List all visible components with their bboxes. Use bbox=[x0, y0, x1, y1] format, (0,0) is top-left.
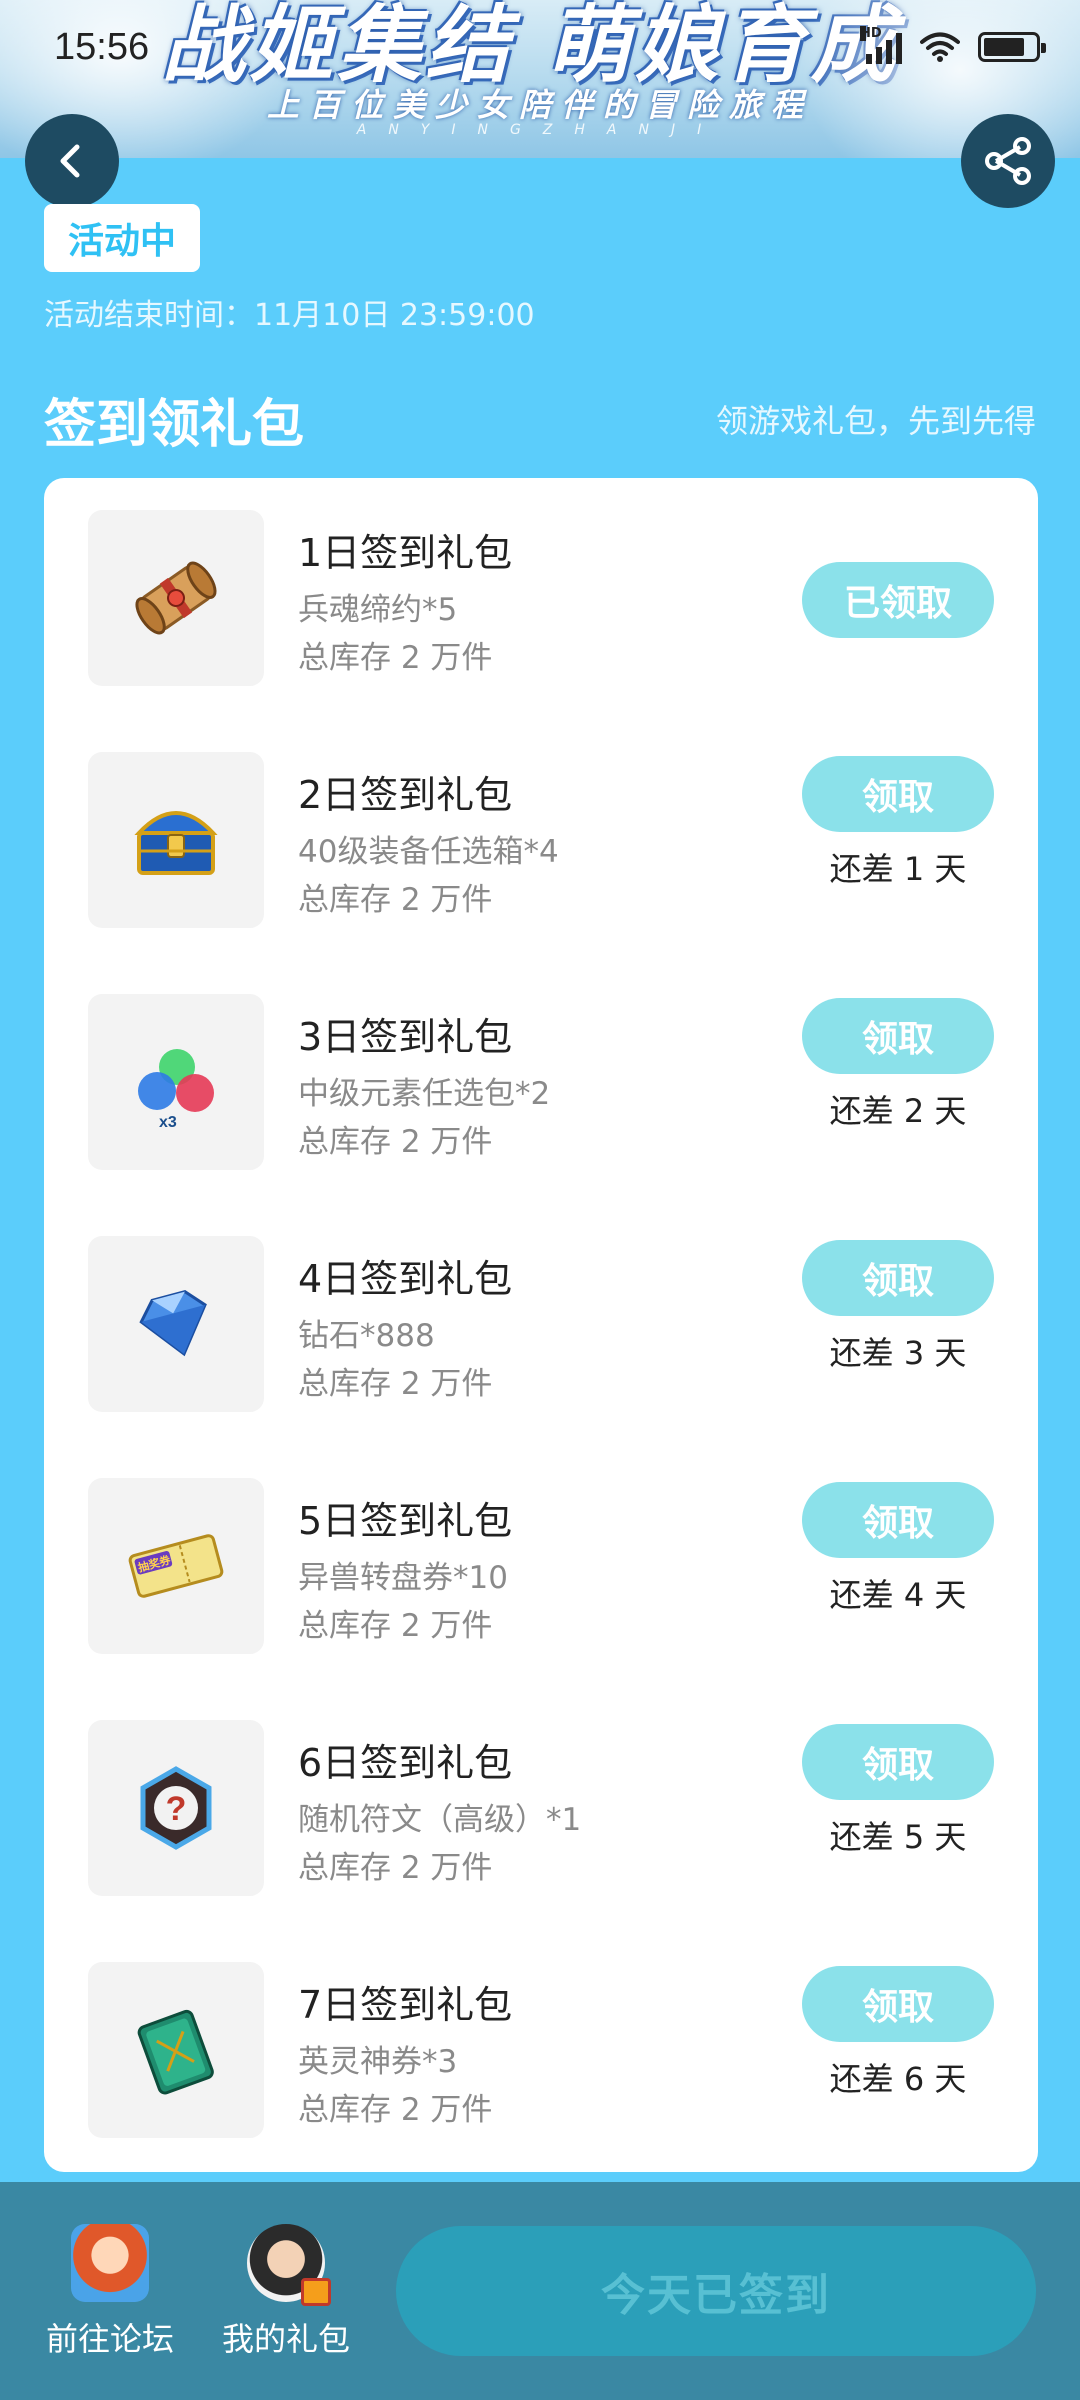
gift-stock: 总库存 2 万件 bbox=[298, 882, 493, 918]
gift-item-day-1: 1日签到礼包 兵魂缔约*5 总库存 2 万件 已领取 bbox=[44, 478, 1038, 720]
gift-description: 40级装备任选箱*4 bbox=[298, 834, 559, 870]
my-gifts-label: 我的礼包 bbox=[221, 2320, 350, 2358]
status-icons: HD bbox=[860, 26, 1046, 64]
gift-item-day-7: 7日签到礼包 英灵神券*3 总库存 2 万件 领取 还差 6 天 bbox=[44, 1930, 1038, 2172]
my-gifts-link[interactable]: 我的礼包 bbox=[216, 2224, 356, 2360]
gift-item-day-2: 2日签到礼包 40级装备任选箱*4 总库存 2 万件 领取 还差 1 天 bbox=[44, 720, 1038, 962]
wifi-icon bbox=[920, 32, 960, 62]
claim-button[interactable]: 领取 bbox=[802, 1240, 994, 1316]
gift-thumbnail: ? bbox=[88, 1720, 264, 1896]
gift-title: 1日签到礼包 bbox=[298, 531, 513, 575]
days-remaining: 还差 5 天 bbox=[829, 1818, 967, 1856]
treasure-chest-icon bbox=[134, 811, 218, 875]
section-subtitle: 领游戏礼包，先到先得 bbox=[715, 402, 1036, 440]
gift-title: 6日签到礼包 bbox=[298, 1741, 513, 1785]
forum-avatar-icon bbox=[71, 2224, 149, 2302]
back-button[interactable] bbox=[25, 114, 119, 208]
claim-button[interactable]: 领取 bbox=[802, 756, 994, 832]
gift-thumbnail bbox=[88, 510, 264, 686]
rune-badge: ? bbox=[166, 1790, 187, 1828]
claim-button[interactable]: 领取 bbox=[802, 998, 994, 1074]
gift-thumbnail bbox=[88, 1236, 264, 1412]
gift-item-day-4: 4日签到礼包 钻石*888 总库存 2 万件 领取 还差 3 天 bbox=[44, 1204, 1038, 1446]
chevron-left-icon bbox=[60, 144, 80, 178]
days-remaining: 还差 4 天 bbox=[829, 1576, 967, 1614]
gift-title: 5日签到礼包 bbox=[298, 1499, 513, 1543]
event-status-chip: 活动中 bbox=[44, 204, 201, 272]
claim-button[interactable]: 领取 bbox=[802, 1724, 994, 1800]
gift-description: 随机符文（高级）*1 bbox=[298, 1802, 582, 1838]
gift-item-day-3: x3 3日签到礼包 中级元素任选包*2 总库存 2 万件 领取 还差 2 天 bbox=[44, 962, 1038, 1204]
orbs-badge: x3 bbox=[159, 1114, 177, 1131]
share-button[interactable] bbox=[961, 114, 1055, 208]
claim-button[interactable]: 领取 bbox=[802, 1966, 994, 2042]
gift-description: 兵魂缔约*5 bbox=[298, 592, 458, 628]
days-remaining: 还差 1 天 bbox=[829, 850, 967, 888]
gift-stock: 总库存 2 万件 bbox=[298, 1608, 493, 1644]
gift-title: 2日签到礼包 bbox=[298, 773, 513, 817]
banner-pinyin: ANYINGZHANJI bbox=[356, 122, 724, 138]
gift-description: 钻石*888 bbox=[298, 1318, 435, 1354]
gift-stock: 总库存 2 万件 bbox=[298, 1124, 493, 1160]
status-time: 15:56 bbox=[54, 26, 150, 68]
hd-badge: HD bbox=[860, 26, 882, 41]
my-gifts-avatar-icon bbox=[247, 2224, 331, 2306]
section-title: 签到领礼包 bbox=[44, 395, 305, 455]
gift-item-day-5: 抽奖券 5日签到礼包 异兽转盘券*10 总库存 2 万件 领取 还差 4 天 bbox=[44, 1446, 1038, 1688]
ticket-icon: 抽奖券 bbox=[128, 1534, 224, 1598]
event-end-time: 活动结束时间：11月10日 23:59:00 bbox=[44, 298, 535, 333]
gift-description: 异兽转盘券*10 bbox=[298, 1560, 508, 1596]
diamond-icon bbox=[139, 1289, 207, 1357]
claimed-button[interactable]: 已领取 bbox=[802, 562, 994, 638]
gift-description: 中级元素任选包*2 bbox=[298, 1076, 551, 1112]
forum-label: 前往论坛 bbox=[45, 2320, 174, 2358]
gift-title: 3日签到礼包 bbox=[298, 1015, 513, 1059]
claim-button[interactable]: 领取 bbox=[802, 1482, 994, 1558]
gift-box-icon bbox=[301, 2278, 331, 2306]
gift-thumbnail bbox=[88, 752, 264, 928]
gift-thumbnail: 抽奖券 bbox=[88, 1478, 264, 1654]
bottom-action-bar: 前往论坛 我的礼包 今天已签到 bbox=[0, 2182, 1080, 2400]
forum-link[interactable]: 前往论坛 bbox=[40, 2224, 180, 2360]
cell-signal-icon: HD bbox=[860, 26, 902, 64]
days-remaining: 还差 6 天 bbox=[829, 2060, 967, 2098]
element-orbs-icon: x3 bbox=[138, 1049, 214, 1131]
gift-stock: 总库存 2 万件 bbox=[298, 1366, 493, 1402]
gift-stock: 总库存 2 万件 bbox=[298, 2092, 493, 2128]
status-bar: 15:56 HD bbox=[0, 0, 1080, 100]
mystery-rune-icon: ? bbox=[140, 1766, 212, 1850]
signed-in-today-button[interactable]: 今天已签到 bbox=[396, 2226, 1036, 2356]
gift-item-day-6: ? 6日签到礼包 随机符文（高级）*1 总库存 2 万件 领取 还差 5 天 bbox=[44, 1688, 1038, 1930]
gift-title: 7日签到礼包 bbox=[298, 1983, 513, 2027]
battery-icon bbox=[978, 32, 1046, 62]
days-remaining: 还差 2 天 bbox=[829, 1092, 967, 1130]
gift-list-card: 1日签到礼包 兵魂缔约*5 总库存 2 万件 已领取 2日签到礼包 40级装备任… bbox=[44, 478, 1038, 2172]
gift-stock: 总库存 2 万件 bbox=[298, 640, 493, 676]
gift-thumbnail bbox=[88, 1962, 264, 2138]
share-icon bbox=[985, 137, 1031, 185]
days-remaining: 还差 3 天 bbox=[829, 1334, 967, 1372]
spirit-voucher-icon bbox=[137, 2009, 214, 2095]
gift-description: 英灵神券*3 bbox=[298, 2044, 458, 2080]
gift-stock: 总库存 2 万件 bbox=[298, 1850, 493, 1886]
scroll-icon bbox=[135, 561, 217, 635]
gift-title: 4日签到礼包 bbox=[298, 1257, 513, 1301]
gift-thumbnail: x3 bbox=[88, 994, 264, 1170]
